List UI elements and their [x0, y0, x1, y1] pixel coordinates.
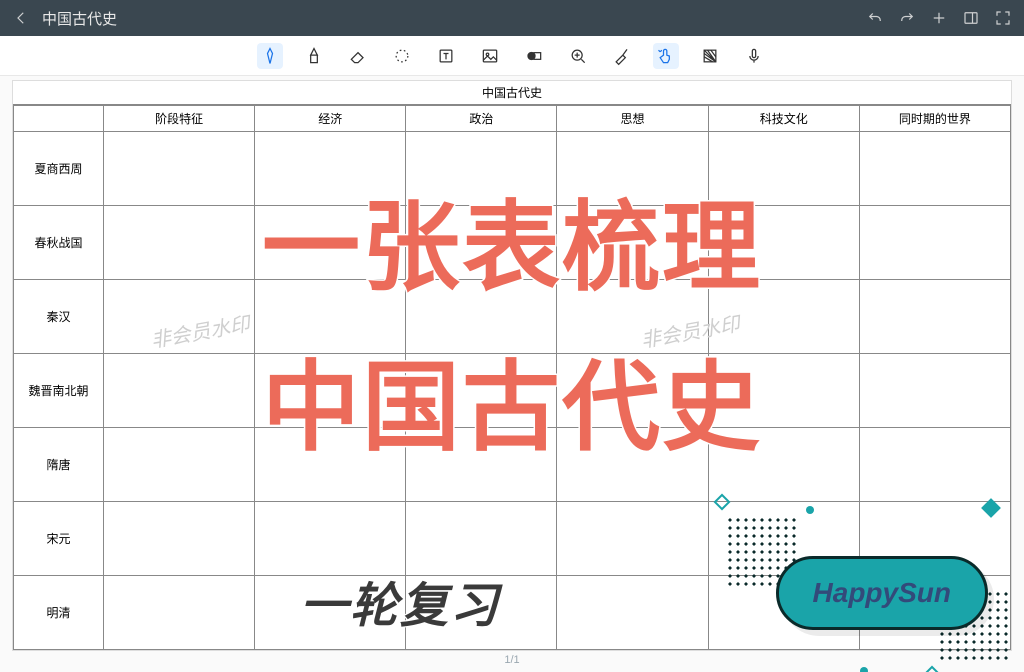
highlighter-icon[interactable] [301, 43, 327, 69]
table-title: 中国古代史 [13, 81, 1011, 105]
col-header [14, 106, 104, 132]
shape-tool-icon[interactable] [521, 43, 547, 69]
row-label: 夏商西周 [14, 132, 104, 206]
titlebar: 中国古代史 [0, 0, 1024, 36]
undo-icon[interactable] [866, 9, 884, 27]
text-tool-icon[interactable] [433, 43, 459, 69]
mic-icon[interactable] [741, 43, 767, 69]
redo-icon[interactable] [898, 9, 916, 27]
row-label: 隋唐 [14, 428, 104, 502]
table-row: 夏商西周 [14, 132, 1011, 206]
col-header: 同时期的世界 [859, 106, 1010, 132]
document-page[interactable]: 中国古代史 阶段特征 经济 政治 思想 科技文化 同时期的世界 夏商西周 春秋战… [12, 80, 1012, 651]
toolbar [0, 36, 1024, 76]
confetti-diamond-icon [924, 666, 941, 672]
zoom-icon[interactable] [565, 43, 591, 69]
table-row: 宋元 [14, 502, 1011, 576]
add-icon[interactable] [930, 9, 948, 27]
back-icon[interactable] [12, 9, 30, 27]
row-label: 魏晋南北朝 [14, 354, 104, 428]
fullscreen-icon[interactable] [994, 9, 1012, 27]
row-label: 宋元 [14, 502, 104, 576]
confetti-dot-icon [860, 667, 868, 672]
row-label: 明清 [14, 576, 104, 650]
history-table: 阶段特征 经济 政治 思想 科技文化 同时期的世界 夏商西周 春秋战国 秦汉 魏… [13, 105, 1011, 650]
table-row: 隋唐 [14, 428, 1011, 502]
col-header: 经济 [255, 106, 406, 132]
table-header-row: 阶段特征 经济 政治 思想 科技文化 同时期的世界 [14, 106, 1011, 132]
col-header: 阶段特征 [104, 106, 255, 132]
table-row: 魏晋南北朝 [14, 354, 1011, 428]
col-header: 政治 [406, 106, 557, 132]
canvas-area[interactable]: 中国古代史 阶段特征 经济 政治 思想 科技文化 同时期的世界 夏商西周 春秋战… [0, 76, 1024, 672]
eraser-icon[interactable] [345, 43, 371, 69]
table-row: 秦汉 [14, 280, 1011, 354]
col-header: 思想 [557, 106, 708, 132]
col-header: 科技文化 [708, 106, 859, 132]
panel-icon[interactable] [962, 9, 980, 27]
lasso-icon[interactable] [389, 43, 415, 69]
gesture-icon[interactable] [653, 43, 679, 69]
table-row: 明清 [14, 576, 1011, 650]
page-indicator: 1/1 [0, 654, 1024, 666]
row-label: 秦汉 [14, 280, 104, 354]
row-label: 春秋战国 [14, 206, 104, 280]
pen-icon[interactable] [257, 43, 283, 69]
table-row: 春秋战国 [14, 206, 1011, 280]
document-title: 中国古代史 [42, 8, 117, 29]
pattern-icon[interactable] [697, 43, 723, 69]
image-tool-icon[interactable] [477, 43, 503, 69]
laser-icon[interactable] [609, 43, 635, 69]
